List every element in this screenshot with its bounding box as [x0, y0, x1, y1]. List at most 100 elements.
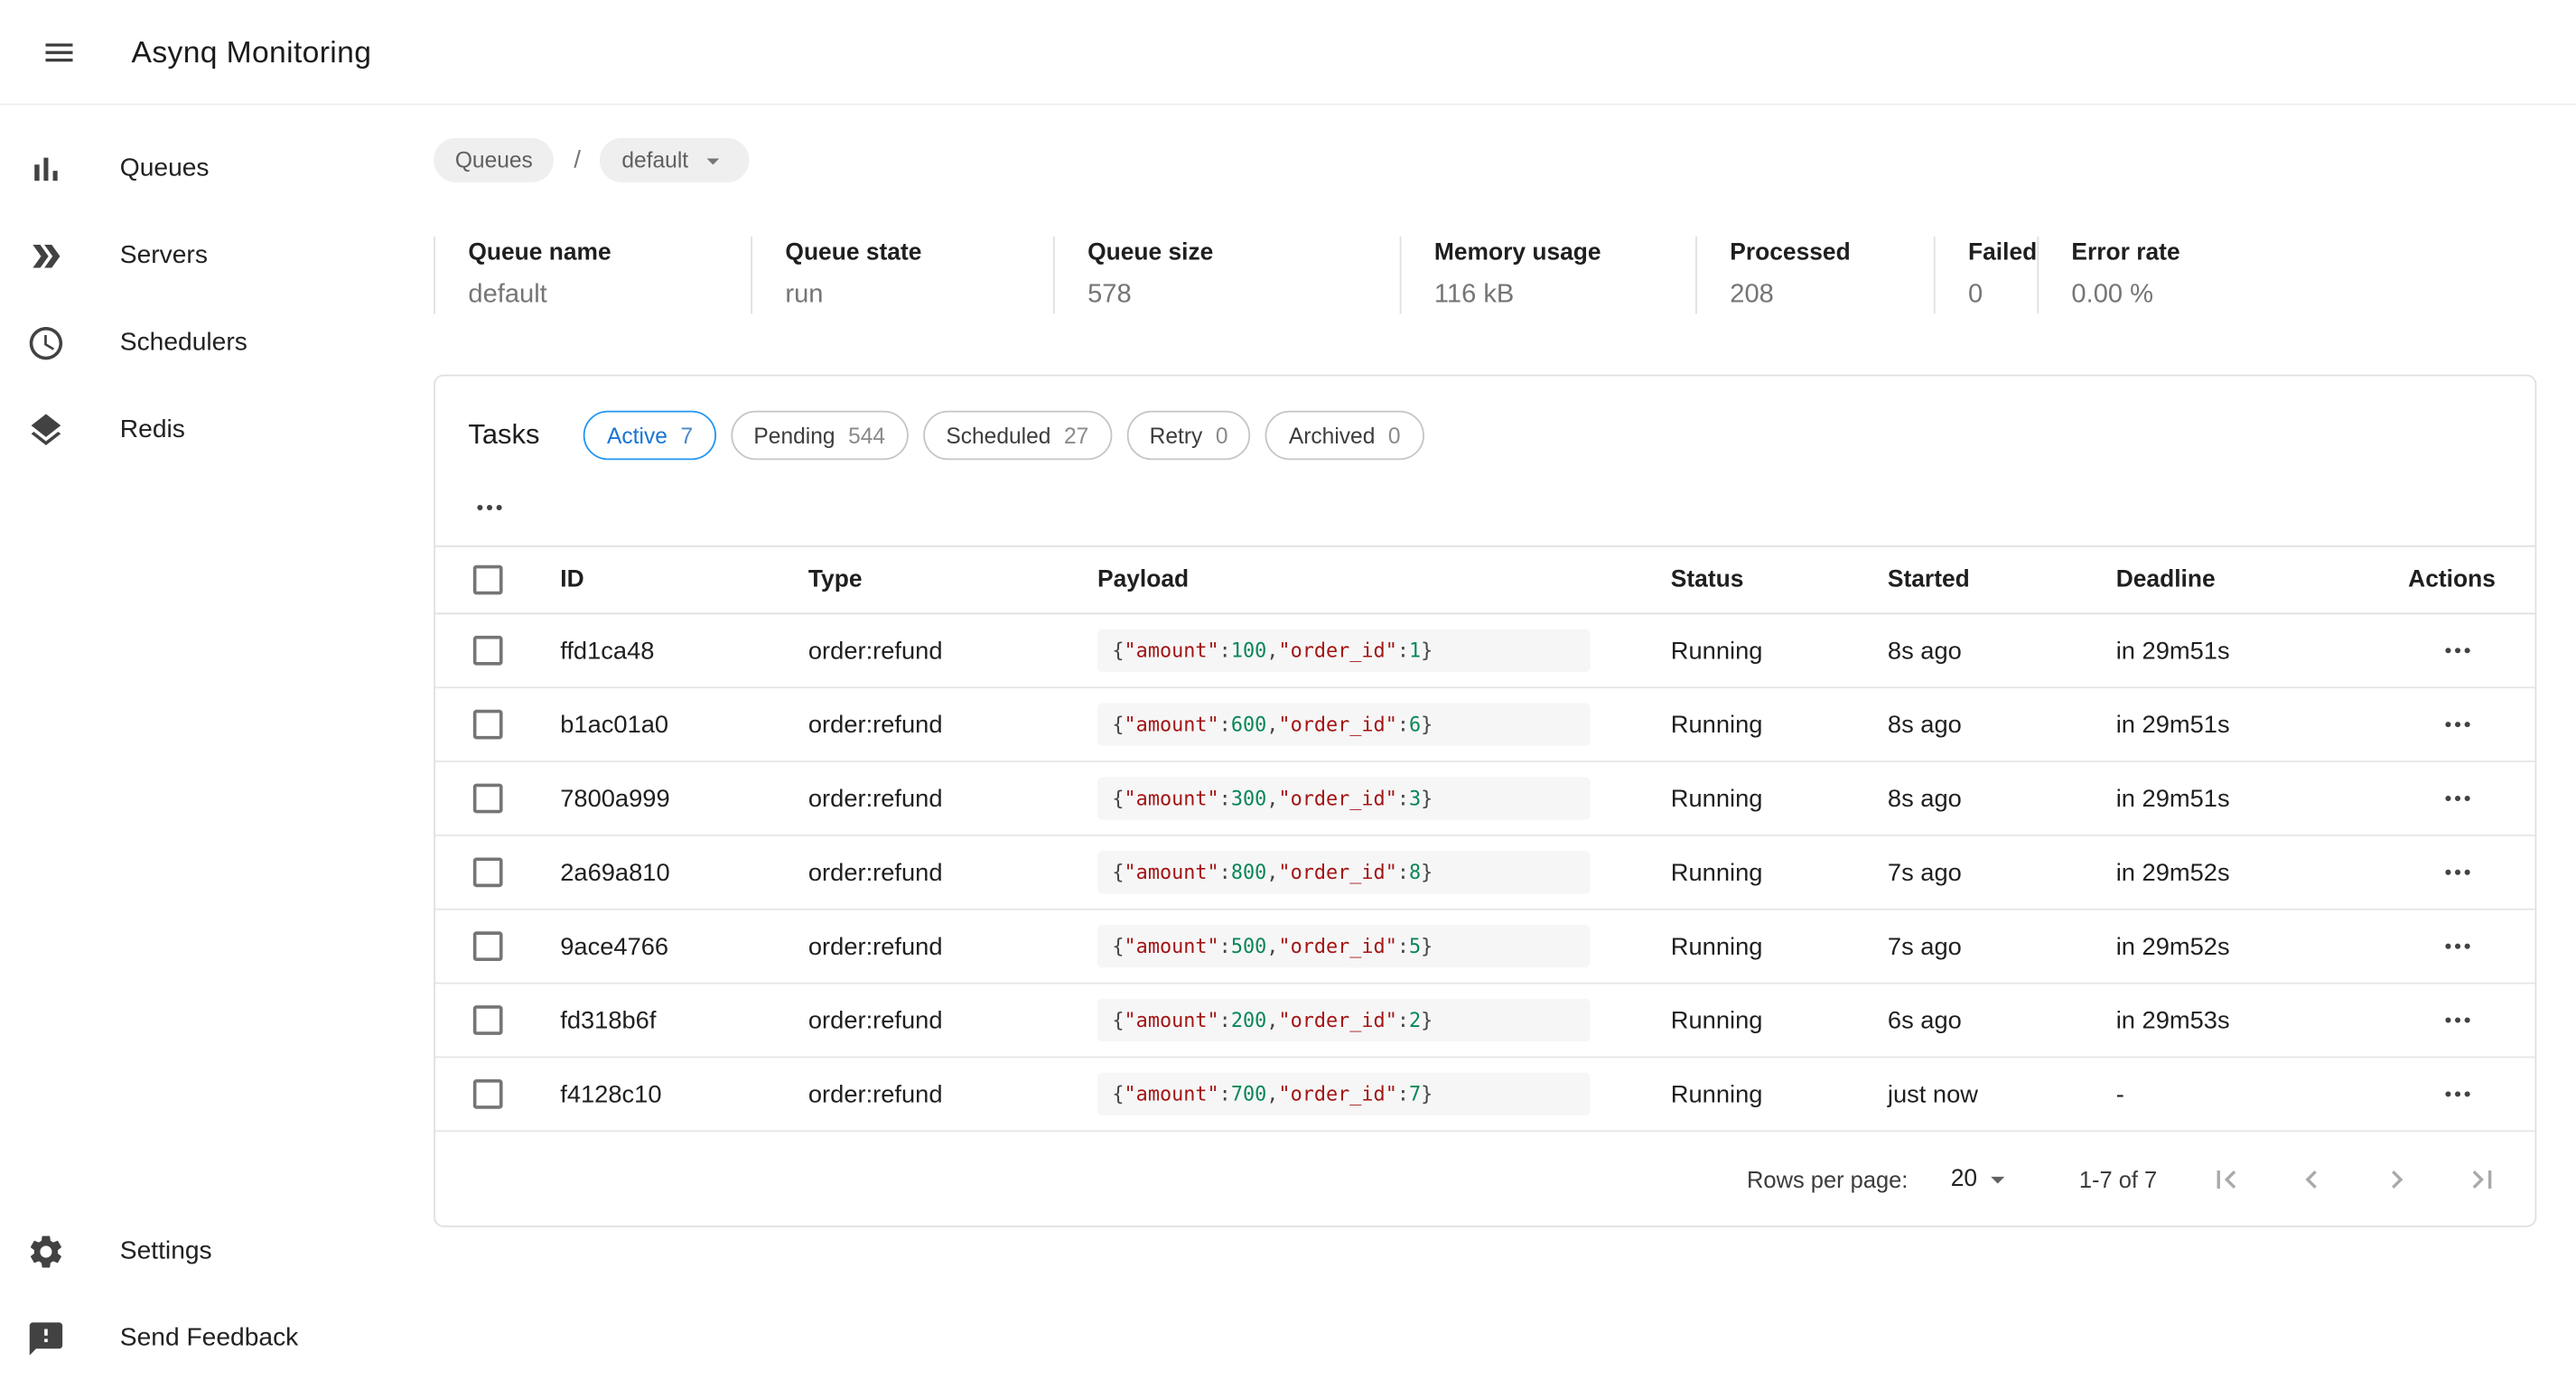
sidebar-item-label: Settings	[120, 1236, 212, 1266]
row-actions-button[interactable]	[2435, 999, 2478, 1041]
stat-value: run	[785, 281, 1052, 311]
tasks-card: Tasks Active 7 Pending 544	[434, 375, 2536, 1227]
sidebar-item-label: Schedulers	[120, 328, 247, 358]
first-page-button[interactable]	[2183, 1146, 2269, 1212]
gear-icon	[26, 1231, 66, 1271]
cell-actions	[2435, 1073, 2478, 1115]
row-checkbox[interactable]	[473, 1005, 503, 1035]
more-horiz-icon	[2441, 929, 2473, 962]
task-state-tab[interactable]: Scheduled 27	[923, 411, 1112, 461]
cell-id: f4128c10	[560, 1080, 808, 1108]
table-row: b1ac01a0 order:refund {"amount":600,"ord…	[435, 688, 2535, 762]
column-header-status: Status	[1671, 567, 1888, 593]
chevron-right-icon	[2379, 1161, 2415, 1197]
cell-started: 7s ago	[1888, 932, 2116, 960]
row-checkbox[interactable]	[473, 931, 503, 961]
table-row: ffd1ca48 order:refund {"amount":100,"ord…	[435, 614, 2535, 688]
row-checkbox[interactable]	[473, 784, 503, 814]
sidebar-item-send-feedback[interactable]: Send Feedback	[0, 1294, 389, 1381]
column-header-type: Type	[808, 567, 1097, 593]
breadcrumb-queue-selector[interactable]: default	[601, 138, 750, 182]
payload-json: {"amount":500,"order_id":5}	[1097, 925, 1591, 967]
sidebar-item-queues[interactable]: Queues	[0, 125, 389, 211]
cell-status: Running	[1671, 1006, 1888, 1034]
cell-id: 9ace4766	[560, 932, 808, 960]
row-actions-button[interactable]	[2435, 703, 2478, 745]
row-checkbox[interactable]	[473, 1079, 503, 1109]
next-page-button[interactable]	[2354, 1146, 2440, 1212]
cell-payload: {"amount":700,"order_id":7}	[1097, 1073, 1671, 1115]
table-row: 2a69a810 order:refund {"amount":800,"ord…	[435, 836, 2535, 910]
cell-type: order:refund	[808, 637, 1097, 665]
sidebar-item-label: Queues	[120, 154, 210, 183]
column-header-deadline: Deadline	[2116, 567, 2379, 593]
more-horiz-icon	[2441, 1003, 2473, 1036]
table-row: 9ace4766 order:refund {"amount":500,"ord…	[435, 910, 2535, 984]
sidebar-item-label: Send Feedback	[120, 1323, 298, 1353]
breadcrumb: Queues / default	[434, 138, 2536, 182]
cell-deadline: -	[2116, 1080, 2379, 1108]
select-all-checkbox[interactable]	[473, 565, 503, 595]
cell-actions	[2435, 777, 2478, 819]
sidebar-item-settings[interactable]: Settings	[0, 1208, 389, 1294]
sidebar-item-redis[interactable]: Redis	[0, 386, 389, 472]
tab-label: Active	[607, 423, 667, 447]
queue-stats: Queue name default Queue state run Queue…	[434, 237, 2536, 313]
previous-page-button[interactable]	[2269, 1146, 2355, 1212]
cell-deadline: in 29m52s	[2116, 932, 2379, 960]
column-header-id: ID	[560, 567, 808, 593]
arrow-drop-down-icon	[1981, 1162, 2013, 1195]
cell-status: Running	[1671, 785, 1888, 813]
main-content: Queues / default Queue name default	[389, 105, 2576, 1388]
tab-count-badge: 7	[680, 423, 693, 447]
cell-payload: {"amount":100,"order_id":1}	[1097, 630, 1671, 672]
breadcrumb-current-label: default	[621, 148, 688, 173]
row-checkbox[interactable]	[473, 636, 503, 666]
task-state-tab[interactable]: Archived 0	[1265, 411, 1423, 461]
row-actions-button[interactable]	[2435, 851, 2478, 893]
stat-label: Failed	[1968, 240, 2037, 266]
hamburger-menu-button[interactable]	[26, 19, 92, 85]
cell-started: 8s ago	[1888, 785, 2116, 813]
table-pagination: Rows per page: 20 1-7 of 7	[435, 1132, 2535, 1226]
row-select-cell	[435, 710, 560, 740]
row-actions-button[interactable]	[2435, 1073, 2478, 1115]
stat-item: Queue name default	[434, 237, 751, 313]
row-actions-button[interactable]	[2435, 925, 2478, 967]
stat-label: Queue size	[1087, 240, 1400, 266]
more-horiz-icon	[2441, 856, 2473, 889]
row-actions-button[interactable]	[2435, 777, 2478, 819]
task-state-tab[interactable]: Retry 0	[1126, 411, 1251, 461]
cell-status: Running	[1671, 711, 1888, 739]
more-horiz-icon	[2441, 782, 2473, 815]
row-checkbox[interactable]	[473, 710, 503, 740]
breadcrumb-queues-chip[interactable]: Queues	[434, 138, 554, 182]
more-horiz-icon	[473, 491, 506, 524]
row-select-cell	[435, 1005, 560, 1035]
stat-item: Processed 208	[1695, 237, 1934, 313]
sidebar-item-schedulers[interactable]: Schedulers	[0, 299, 389, 386]
chevron-down-icon	[698, 145, 728, 175]
task-state-tabs: Active 7 Pending 544 Scheduled 27	[584, 411, 1439, 461]
row-checkbox[interactable]	[473, 857, 503, 887]
task-state-tab[interactable]: Pending 544	[731, 411, 909, 461]
sidebar-item-servers[interactable]: Servers	[0, 212, 389, 299]
cell-actions	[2435, 999, 2478, 1041]
column-header-started: Started	[1888, 567, 2116, 593]
stat-value: 208	[1730, 281, 1934, 311]
stat-value: 0.00 %	[2071, 281, 2179, 311]
tab-count-badge: 0	[1388, 423, 1401, 447]
cell-actions	[2435, 630, 2478, 672]
payload-json: {"amount":600,"order_id":6}	[1097, 703, 1591, 745]
payload-json: {"amount":700,"order_id":7}	[1097, 1073, 1591, 1115]
task-state-tab[interactable]: Active 7	[584, 411, 716, 461]
rows-per-page-select[interactable]: 20	[1951, 1162, 2013, 1195]
row-select-cell	[435, 1079, 560, 1109]
tab-count-badge: 544	[848, 423, 885, 447]
cell-payload: {"amount":300,"order_id":3}	[1097, 777, 1671, 819]
table-overflow-menu-button[interactable]	[468, 486, 510, 528]
row-actions-button[interactable]	[2435, 630, 2478, 672]
stat-value: 578	[1087, 281, 1400, 311]
last-page-button[interactable]	[2440, 1146, 2525, 1212]
more-horiz-icon	[2441, 708, 2473, 741]
